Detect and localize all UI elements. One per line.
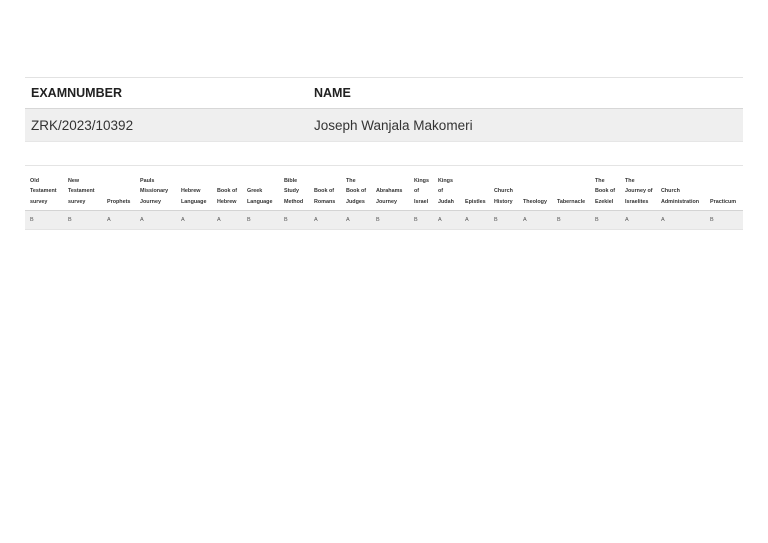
grade-cell: A [661, 217, 665, 223]
grade-cell: A [314, 217, 318, 223]
grade-cell: A [346, 217, 350, 223]
grade-cell: A [217, 217, 221, 223]
grade-cell: A [465, 217, 469, 223]
grade-cell: B [494, 217, 498, 223]
grades-row: B B A A A A B B A A B B A A B A B B A A [25, 210, 743, 230]
student-name-value: Joseph Wanjala Makomeri [314, 117, 473, 133]
subject-header: Book of Hebrew [217, 188, 238, 205]
subject-header: The Book of Ezekiel [595, 177, 616, 205]
grade-cell: B [414, 217, 418, 223]
grade-cell: A [438, 217, 442, 223]
subject-header: Greek Language [247, 188, 273, 205]
subject-header: The Journey of Israelites [625, 177, 653, 205]
subject-header: Bible Study Method [284, 177, 304, 205]
subject-header: Old Testament survey [30, 177, 57, 205]
exam-number-value: ZRK/2023/10392 [31, 117, 134, 133]
grade-cell: B [376, 217, 380, 223]
grade-cell: B [595, 217, 599, 223]
grade-cell: B [30, 217, 34, 223]
grades-header-row: Old Testament survey New Testament surve… [25, 165, 743, 211]
subject-header: Kings of Judah [438, 177, 454, 205]
subject-header: The Book of Judges [346, 177, 367, 205]
grade-cell: A [625, 217, 629, 223]
grade-cell: B [557, 217, 561, 223]
grades-table: Old Testament survey New Testament surve… [25, 165, 743, 230]
subject-header: Pauls Missionary Journey [140, 177, 169, 205]
grade-cell: B [284, 217, 288, 223]
subject-header: Practicum [710, 198, 737, 205]
subject-header: Kings of Israel [414, 177, 429, 205]
grade-cell: A [107, 217, 111, 223]
subject-header: Prophets [107, 198, 131, 205]
subject-header: Epistles [465, 198, 486, 205]
grade-cell: B [710, 217, 714, 223]
subject-header: Book of Romans [314, 188, 336, 205]
exam-number-header: EXAMNUMBER [31, 86, 122, 100]
subject-header: Tabernacle [557, 198, 586, 205]
grade-cell: A [181, 217, 185, 223]
grade-cell: B [68, 217, 72, 223]
subject-header: Abrahams Journey [376, 188, 403, 205]
subject-header: Church Administration [661, 188, 700, 205]
results-page: EXAMNUMBER NAME ZRK/2023/10392 Joseph Wa… [0, 0, 768, 543]
student-info-header-row: EXAMNUMBER NAME [25, 77, 743, 109]
name-header: NAME [314, 86, 351, 100]
subject-header: New Testament survey [68, 177, 95, 205]
subject-header: Hebrew Language [181, 188, 207, 205]
grade-cell: A [523, 217, 527, 223]
subject-header: Theology [523, 198, 547, 205]
student-info-table: EXAMNUMBER NAME ZRK/2023/10392 Joseph Wa… [25, 77, 743, 142]
grade-cell: B [247, 217, 251, 223]
subject-header: Church History [494, 188, 513, 205]
student-info-row: ZRK/2023/10392 Joseph Wanjala Makomeri [25, 108, 743, 142]
grade-cell: A [140, 217, 144, 223]
